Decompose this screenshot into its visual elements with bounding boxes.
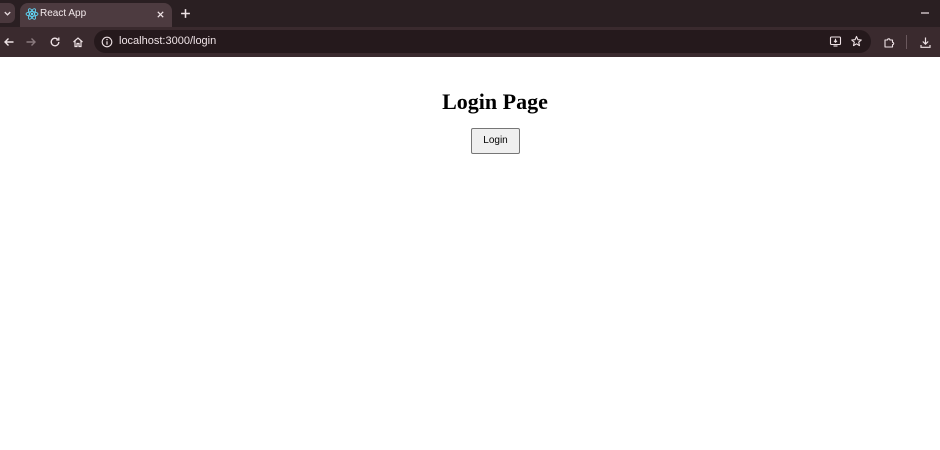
back-arrow-icon — [3, 36, 15, 48]
plus-icon — [180, 8, 191, 19]
tab-strip: React App — [0, 0, 940, 27]
minimize-icon — [920, 8, 930, 18]
back-button[interactable] — [0, 33, 18, 51]
browser-chrome: React App localhost:3000/login — [0, 0, 940, 57]
forward-arrow-icon — [25, 36, 37, 48]
star-icon[interactable] — [849, 34, 864, 49]
reload-icon — [49, 36, 61, 48]
extensions-button[interactable] — [880, 33, 898, 51]
react-logo-icon — [25, 7, 39, 21]
tab-title: React App — [40, 8, 87, 19]
install-app-icon[interactable] — [828, 34, 843, 49]
minimize-button[interactable] — [918, 6, 932, 20]
tab-list-button[interactable] — [0, 3, 15, 23]
browser-toolbar: localhost:3000/login — [0, 27, 940, 57]
toolbar-divider — [906, 35, 907, 49]
chevron-down-icon — [3, 9, 12, 18]
home-button[interactable] — [69, 33, 87, 51]
reload-button[interactable] — [46, 33, 64, 51]
puzzle-icon — [883, 36, 896, 49]
info-icon[interactable] — [99, 34, 114, 49]
login-button[interactable]: Login — [471, 128, 520, 154]
address-bar[interactable]: localhost:3000/login — [94, 30, 871, 53]
forward-button[interactable] — [22, 33, 40, 51]
page-title: Login Page — [442, 89, 548, 114]
download-icon — [919, 36, 932, 49]
downloads-button[interactable] — [916, 33, 934, 51]
close-icon[interactable] — [154, 8, 166, 20]
page-content: Login Page Login — [0, 57, 940, 450]
new-tab-button[interactable] — [178, 6, 192, 20]
url-text[interactable]: localhost:3000/login — [119, 35, 216, 47]
home-icon — [72, 36, 84, 48]
tab-react-app[interactable]: React App — [20, 3, 172, 27]
